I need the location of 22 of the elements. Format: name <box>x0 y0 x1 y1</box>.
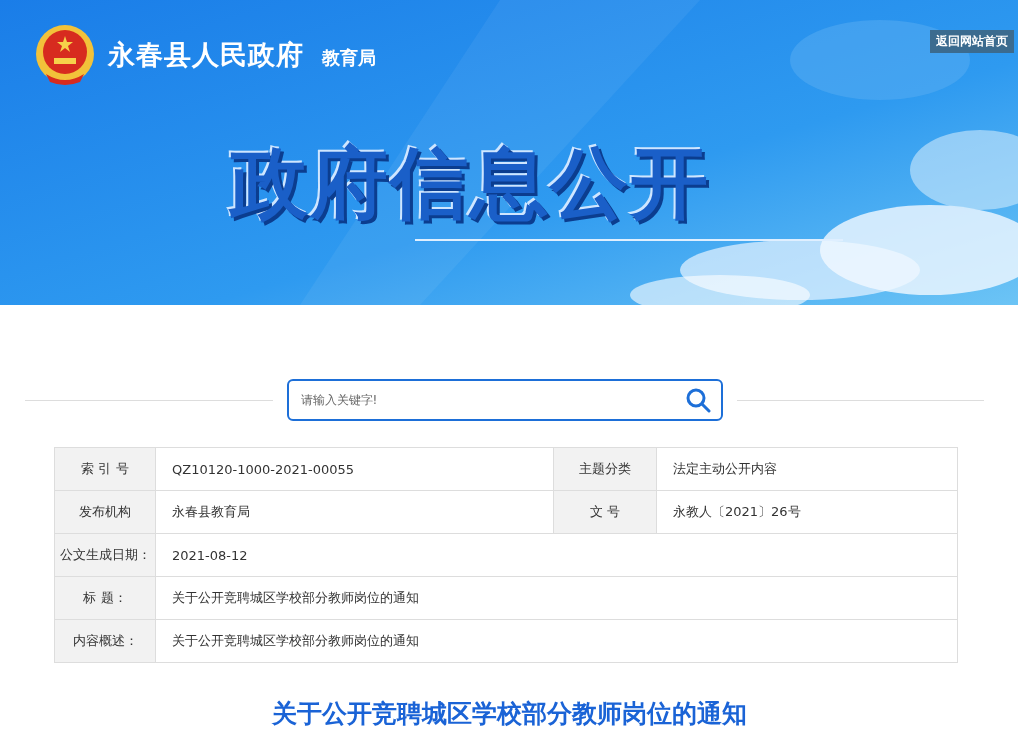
field-label: 索 引 号 <box>55 448 156 491</box>
field-label: 公文生成日期： <box>55 534 156 577</box>
emblem-icon <box>34 24 96 86</box>
department-name: 教育局 <box>322 46 376 70</box>
field-label: 标 题： <box>55 577 156 620</box>
field-value: 永教人〔2021〕26号 <box>657 491 958 534</box>
article-title: 关于公开竞聘城区学校部分教师岗位的通知 <box>270 698 748 730</box>
field-value: 关于公开竞聘城区学校部分教师岗位的通知 <box>156 577 958 620</box>
field-value: 2021-08-12 <box>156 534 958 577</box>
field-label: 内容概述： <box>55 620 156 663</box>
site-name: 永春县人民政府 <box>108 38 304 72</box>
home-link[interactable]: 返回网站首页 <box>930 30 1014 53</box>
banner-title: 政府信息公开 <box>230 137 711 230</box>
search-field[interactable]: 请输入关键字! <box>286 379 723 421</box>
field-label: 主题分类 <box>554 448 657 491</box>
field-value: 关于公开竞聘城区学校部分教师岗位的通知 <box>156 620 958 663</box>
field-label: 发布机构 <box>55 491 156 534</box>
field-value: QZ10120-1000-2021-00055 <box>156 448 554 491</box>
field-value: 永春县教育局 <box>156 491 554 534</box>
field-label: 文 号 <box>554 491 657 534</box>
search-icon[interactable] <box>684 387 711 413</box>
field-value: 法定主动公开内容 <box>657 448 958 491</box>
